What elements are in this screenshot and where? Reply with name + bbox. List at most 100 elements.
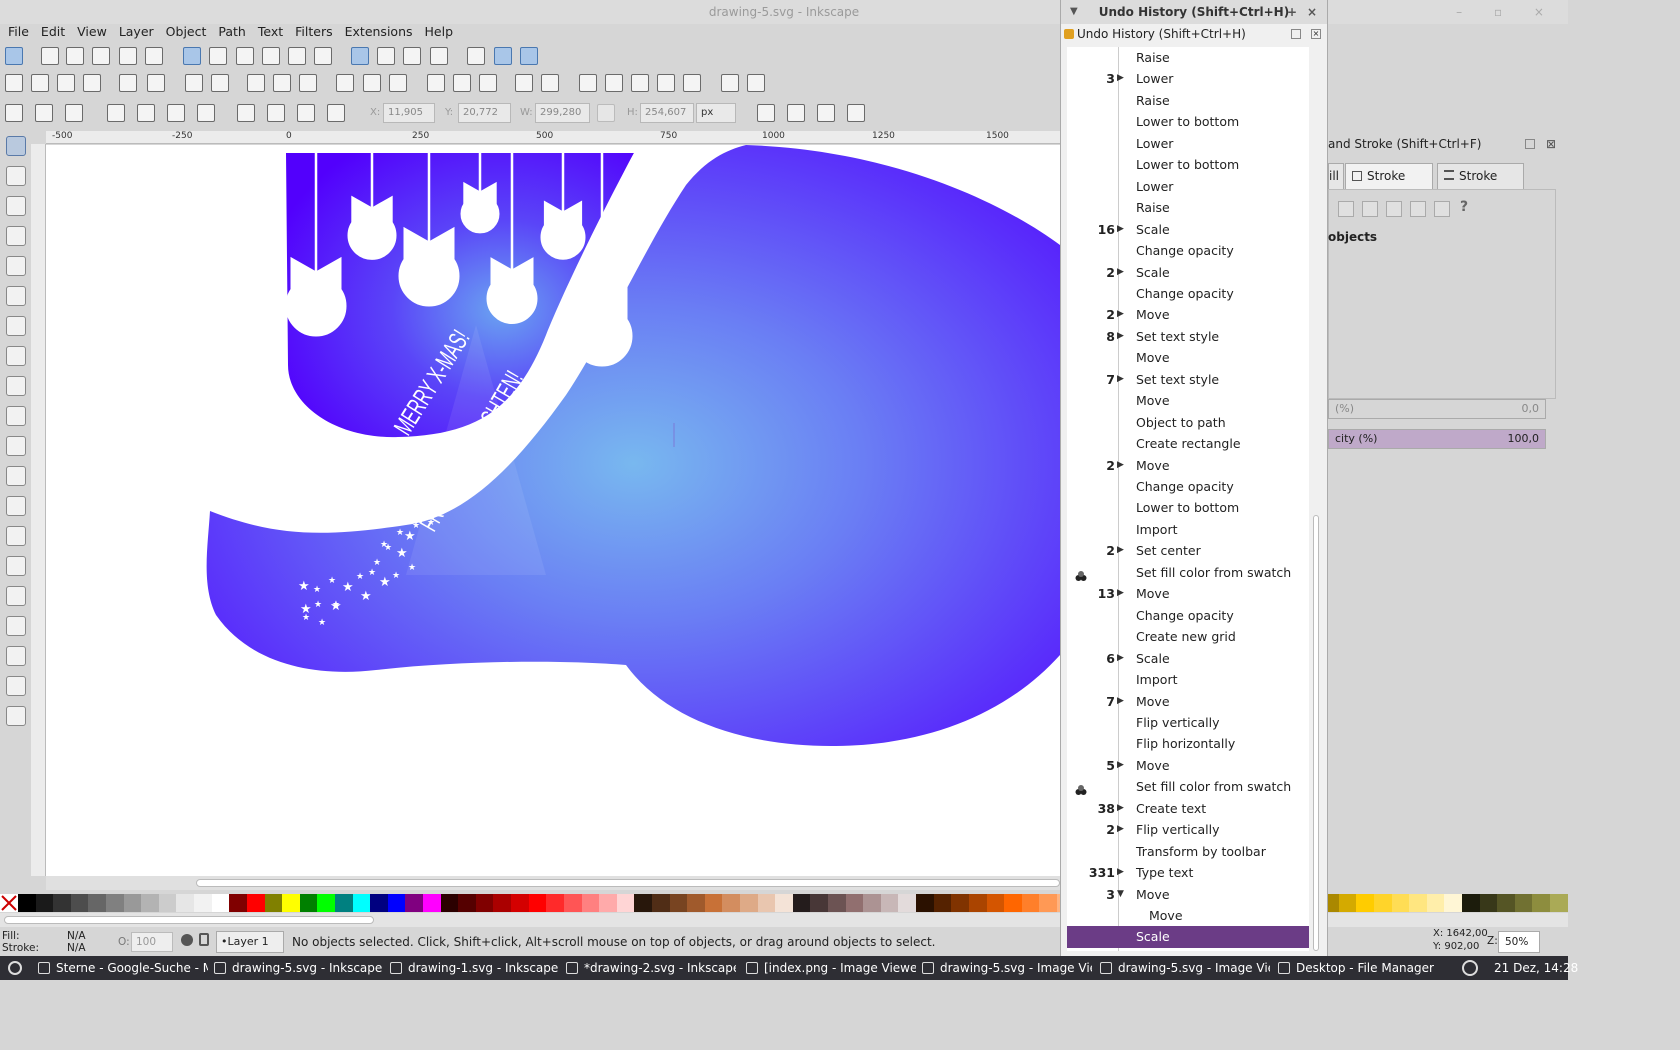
expand-arrow-icon[interactable]: ▶ (1117, 68, 1124, 90)
palette-swatch[interactable] (828, 894, 846, 912)
palette-swatch[interactable] (334, 894, 353, 912)
undo-history-row[interactable]: Object to path (1067, 412, 1309, 434)
cut-icon[interactable] (273, 74, 291, 92)
new-icon[interactable] (5, 74, 23, 92)
paint-bucket-tool-icon[interactable] (6, 616, 26, 636)
palette-swatch[interactable] (405, 894, 424, 912)
palette-swatch[interactable] (739, 894, 758, 912)
text-font-icon[interactable] (605, 74, 623, 92)
palette-swatch[interactable] (669, 894, 688, 912)
expand-arrow-icon[interactable]: ▶ (1117, 583, 1124, 605)
palette-swatch[interactable] (88, 894, 107, 912)
snap-bbox-icon[interactable] (41, 47, 59, 65)
snap-bbox-centers-icon[interactable] (145, 47, 163, 65)
rectangle-tool-icon[interactable] (6, 286, 26, 306)
zoom-page-icon[interactable] (389, 74, 407, 92)
palette-swatch[interactable] (651, 894, 670, 912)
palette-swatch[interactable] (1409, 894, 1427, 912)
raise-icon[interactable] (267, 104, 285, 122)
start-menu-icon[interactable] (8, 961, 22, 975)
palette-swatch[interactable] (317, 894, 335, 912)
palette-swatch[interactable] (352, 894, 371, 912)
pattern-icon[interactable] (1410, 201, 1426, 217)
undo-history-row[interactable]: Change opacity (1067, 240, 1309, 262)
w-field[interactable]: 299,280 (535, 103, 590, 123)
undo-history-row[interactable]: 3 ▼ Move (1067, 884, 1309, 906)
undo-history-row[interactable]: Move (1067, 905, 1309, 927)
undo-history-row[interactable]: Change opacity (1067, 283, 1309, 305)
pen-tool-icon[interactable] (6, 466, 26, 486)
snap-bbox-edges-icon[interactable] (66, 47, 84, 65)
palette-swatch[interactable] (687, 894, 705, 912)
gradient-tool-icon[interactable] (6, 646, 26, 666)
snap-midpoints-icon[interactable] (314, 47, 332, 65)
snap-nodes-icon[interactable] (183, 47, 201, 65)
palette-swatch[interactable] (863, 894, 881, 912)
rotate-cw-icon[interactable] (137, 104, 155, 122)
palette-swatch[interactable] (1479, 894, 1498, 912)
undo-history-row[interactable]: 5 ▶ Move (1067, 755, 1309, 777)
duplicate-icon[interactable] (247, 74, 265, 92)
expand-arrow-icon[interactable]: ▶ (1117, 540, 1124, 562)
palette-swatch[interactable] (563, 894, 582, 912)
unit-select[interactable]: px (696, 103, 736, 123)
palette-swatch[interactable] (1497, 894, 1515, 912)
unset-paint-icon[interactable]: ? (1460, 199, 1468, 215)
palette-swatch[interactable] (1004, 894, 1022, 912)
palette-swatch[interactable] (722, 894, 740, 912)
expand-arrow-icon[interactable]: ▶ (1117, 862, 1124, 884)
taskbar-item[interactable]: drawing-1.svg - Inkscape (390, 956, 560, 980)
no-paint-swatch[interactable] (0, 894, 18, 912)
palette-swatch[interactable] (141, 894, 159, 912)
snap-center-icon[interactable] (377, 47, 395, 65)
palette-swatch[interactable] (1514, 894, 1533, 912)
undo-history-row[interactable]: 2 ▶ Move (1067, 304, 1309, 326)
undo-history-row[interactable]: 2 ▶ Move (1067, 455, 1309, 477)
undo-history-row[interactable]: Lower to bottom (1067, 111, 1309, 133)
linear-gradient-icon[interactable] (1362, 201, 1378, 217)
palette-swatch[interactable] (475, 894, 494, 912)
undo-history-row[interactable]: Change opacity (1067, 476, 1309, 498)
panel-close-icon[interactable]: ⊠ (1546, 137, 1556, 151)
ellipse-tool-icon[interactable] (6, 346, 26, 366)
scale-stroke-icon[interactable] (757, 104, 775, 122)
radial-gradient-icon[interactable] (1386, 201, 1402, 217)
window-menu-icon[interactable]: ▼ (1070, 0, 1078, 24)
rotate-ccw-icon[interactable] (107, 104, 125, 122)
undo-history-row[interactable]: 6 ▶ Scale (1067, 648, 1309, 670)
menu-layer[interactable]: Layer (113, 22, 160, 42)
snap-text-baseline-icon[interactable] (430, 47, 448, 65)
3d-box-tool-icon[interactable] (6, 316, 26, 336)
tweak-tool-icon[interactable] (6, 196, 26, 216)
snap-grid-icon[interactable] (494, 47, 512, 65)
undo-history-row[interactable]: 3 ▶ Lower (1067, 68, 1309, 90)
undo-history-row[interactable]: Raise (1067, 197, 1309, 219)
undo-history-row[interactable]: 2 ▶ Flip vertically (1067, 819, 1309, 841)
lower-to-bottom-icon[interactable] (327, 104, 345, 122)
palette-swatch[interactable] (546, 894, 564, 912)
palette-swatch[interactable] (845, 894, 864, 912)
palette-swatch[interactable] (1373, 894, 1392, 912)
group-icon[interactable] (515, 74, 533, 92)
palette-swatch[interactable] (1391, 894, 1410, 912)
dock-close-icon[interactable]: × (1311, 29, 1321, 39)
flip-vertical-icon[interactable] (197, 104, 215, 122)
palette-scrollbar[interactable] (0, 913, 1568, 927)
snap-intersections-icon[interactable] (236, 47, 254, 65)
layer-lock-icon[interactable] (199, 933, 209, 946)
undo-history-row[interactable]: Create new grid (1067, 626, 1309, 648)
snap-paths-icon[interactable] (209, 47, 227, 65)
undo-history-list[interactable]: Raise 3 ▶ Lower Raise Lower to bottom Lower Low… (1067, 47, 1309, 951)
opacity-field[interactable]: 100 (131, 932, 173, 952)
palette-swatch[interactable] (1461, 894, 1480, 912)
undo-history-row[interactable]: Set fill color from swatch (1067, 562, 1309, 584)
xml-editor-icon[interactable] (657, 74, 675, 92)
undo-history-row[interactable]: 38 ▶ Create text (1067, 798, 1309, 820)
undo-history-row[interactable]: Create rectangle (1067, 433, 1309, 455)
expand-arrow-icon[interactable]: ▶ (1117, 798, 1124, 820)
palette-swatch[interactable] (951, 894, 969, 912)
expand-arrow-icon[interactable]: ▶ (1117, 819, 1124, 841)
undo-history-row[interactable]: 7 ▶ Move (1067, 691, 1309, 713)
document-properties-icon[interactable] (747, 74, 765, 92)
measure-tool-icon[interactable] (6, 256, 26, 276)
